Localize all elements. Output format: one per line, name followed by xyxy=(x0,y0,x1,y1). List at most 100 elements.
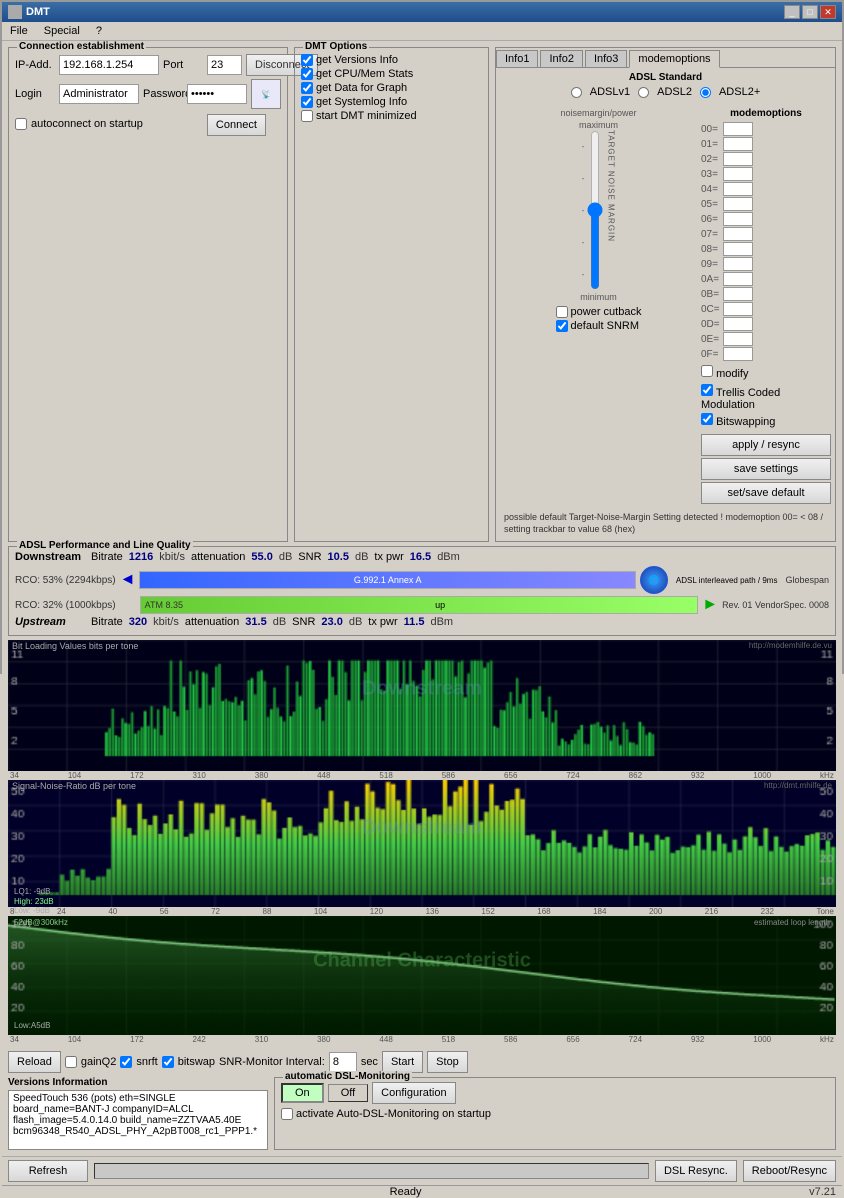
tab-info1[interactable]: Info1 xyxy=(496,50,538,67)
menu-file[interactable]: File xyxy=(6,24,32,38)
modem-val-0[interactable] xyxy=(723,122,753,136)
modem-val-e[interactable] xyxy=(723,332,753,346)
snr-monitor-label: SNR-Monitor Interval: xyxy=(219,1056,325,1068)
reload-button[interactable]: Reload xyxy=(8,1051,61,1073)
versions-dsl-row: Versions Information SpeedTouch 536 (pot… xyxy=(8,1077,836,1150)
modem-val-8[interactable] xyxy=(723,242,753,256)
on-button[interactable]: On xyxy=(281,1083,324,1103)
start-button[interactable]: Start xyxy=(382,1051,423,1073)
adsl-v1-radio[interactable] xyxy=(571,87,582,98)
bitswapping-checkbox[interactable] xyxy=(701,413,713,425)
modem-val-c[interactable] xyxy=(723,302,753,316)
title-bar: DMT _ □ ✕ xyxy=(2,2,842,22)
modem-val-9[interactable] xyxy=(723,257,753,271)
stop-button[interactable]: Stop xyxy=(427,1051,468,1073)
menu-special[interactable]: Special xyxy=(40,24,84,38)
modem-val-1[interactable] xyxy=(723,137,753,151)
adsl-2-radio[interactable] xyxy=(638,87,649,98)
activate-row: activate Auto-DSL-Monitoring on startup xyxy=(281,1108,829,1120)
upstream-bitrate-label: Bitrate xyxy=(91,616,123,628)
ip-input[interactable] xyxy=(59,55,159,75)
dsl-resync-button[interactable]: DSL Resync. xyxy=(655,1160,737,1182)
adsl-2plus-radio[interactable] xyxy=(700,87,711,98)
modem-val-b[interactable] xyxy=(723,287,753,301)
menu-bar: File Special ? xyxy=(2,22,842,41)
modem-val-f[interactable] xyxy=(723,347,753,361)
default-snrm-checkbox[interactable] xyxy=(556,320,568,332)
downstream-snr-label: SNR xyxy=(298,551,321,563)
bitswap-checkbox[interactable] xyxy=(162,1056,174,1068)
modem-row-b: 0B= xyxy=(701,287,831,301)
channel-label: 52dB@300kHz xyxy=(14,918,68,927)
adsl-perf-title: ADSL Performance and Line Quality xyxy=(17,540,193,551)
set-save-default-button[interactable]: set/save default xyxy=(701,482,831,504)
off-button[interactable]: Off xyxy=(328,1084,368,1102)
modem-val-a[interactable] xyxy=(723,272,753,286)
modem-val-6[interactable] xyxy=(723,212,753,226)
version-line-1: board_name=BANT-J companyID=ALCL xyxy=(13,1104,263,1115)
adsl-2plus-label: ADSL2+ xyxy=(719,86,760,98)
tab-info3[interactable]: Info3 xyxy=(585,50,627,67)
noise-margin-slider[interactable] xyxy=(586,130,604,290)
save-settings-button[interactable]: save settings xyxy=(701,458,831,480)
upstream-label: Upstream xyxy=(15,616,85,628)
connect-button[interactable]: Connect xyxy=(207,114,266,136)
downstream-snr-unit: dB xyxy=(355,551,368,563)
rco-dl: RCO: 53% (2294kbps) xyxy=(15,575,116,586)
dmt-opt-4-checkbox[interactable] xyxy=(301,110,313,122)
password-input[interactable] xyxy=(187,84,247,104)
dmt-opt-1-checkbox[interactable] xyxy=(301,68,313,80)
modem-row-5: 05= xyxy=(701,197,831,211)
version-line-3: bcm96348_R540_ADSL_PHY_A2pBT008_rc1_PPP1… xyxy=(13,1126,263,1137)
version-line-2: flash_image=5.4.0.14.0 build_name=ZZTVAA… xyxy=(13,1115,263,1126)
upstream-txpwr-unit: dBm xyxy=(430,616,453,628)
bitloading-url: http://modemhilfe.de.vu xyxy=(749,641,832,650)
activate-checkbox[interactable] xyxy=(281,1108,293,1120)
slider-tick-labels: ----- xyxy=(582,130,585,290)
configuration-button[interactable]: Configuration xyxy=(372,1082,455,1104)
maximize-button[interactable]: □ xyxy=(802,5,818,19)
horizontal-scrollbar[interactable] xyxy=(94,1163,649,1179)
trellis-checkbox[interactable] xyxy=(701,384,713,396)
modem-val-5[interactable] xyxy=(723,197,753,211)
adsl-radio-row: ADSLv1 ADSL2 ADSL2+ xyxy=(500,86,831,98)
menu-help[interactable]: ? xyxy=(92,24,106,38)
modem-key-f: 0F= xyxy=(701,349,721,360)
power-cutback-checkbox[interactable] xyxy=(556,306,568,318)
versions-box: SpeedTouch 536 (pots) eth=SINGLE board_n… xyxy=(8,1090,268,1150)
snrft-checkbox[interactable] xyxy=(120,1056,132,1068)
dmt-opt-1: get CPU/Mem Stats xyxy=(301,68,482,80)
auto-dsl-panel: automatic DSL-Monitoring On Off Configur… xyxy=(274,1077,836,1150)
snr-interval-input[interactable] xyxy=(329,1052,357,1072)
dmt-opt-2-checkbox[interactable] xyxy=(301,82,313,94)
channel-canvas xyxy=(8,916,836,1035)
modem-val-d[interactable] xyxy=(723,317,753,331)
max-label: maximum xyxy=(579,120,618,130)
refresh-button[interactable]: Refresh xyxy=(8,1160,88,1182)
graphs-container: Bit Loading Values bits per tone http://… xyxy=(8,640,836,1044)
dl-progress-bar: G.992.1 Annex A xyxy=(139,571,635,589)
dmt-opt-4: start DMT minimized xyxy=(301,110,482,122)
tab-info2[interactable]: Info2 xyxy=(540,50,582,67)
modem-val-3[interactable] xyxy=(723,167,753,181)
reboot-resync-button[interactable]: Reboot/Resync xyxy=(743,1160,836,1182)
login-input[interactable] xyxy=(59,84,139,104)
gainq2-checkbox[interactable] xyxy=(65,1056,77,1068)
modem-val-4[interactable] xyxy=(723,182,753,196)
modem-val-7[interactable] xyxy=(723,227,753,241)
port-input[interactable] xyxy=(207,55,242,75)
dmt-opt-3-checkbox[interactable] xyxy=(301,96,313,108)
dmt-opt-0-checkbox[interactable] xyxy=(301,54,313,66)
modem-opt-title: modemoptions xyxy=(701,108,831,119)
tab-modemoptions[interactable]: modemoptions xyxy=(629,50,719,68)
possible-notice: possible default Target-Noise-Margin Set… xyxy=(500,510,831,537)
modify-checkbox[interactable] xyxy=(701,365,713,377)
close-button[interactable]: ✕ xyxy=(820,5,836,19)
minimize-button[interactable]: _ xyxy=(784,5,800,19)
modem-key-b: 0B= xyxy=(701,289,721,300)
apply-resync-button[interactable]: apply / resync xyxy=(701,434,831,456)
adsl-v1-label: ADSLv1 xyxy=(590,86,630,98)
autoconnect-checkbox[interactable] xyxy=(15,118,27,130)
modem-val-2[interactable] xyxy=(723,152,753,166)
downstream-atten-value: 55.0 xyxy=(251,551,272,563)
